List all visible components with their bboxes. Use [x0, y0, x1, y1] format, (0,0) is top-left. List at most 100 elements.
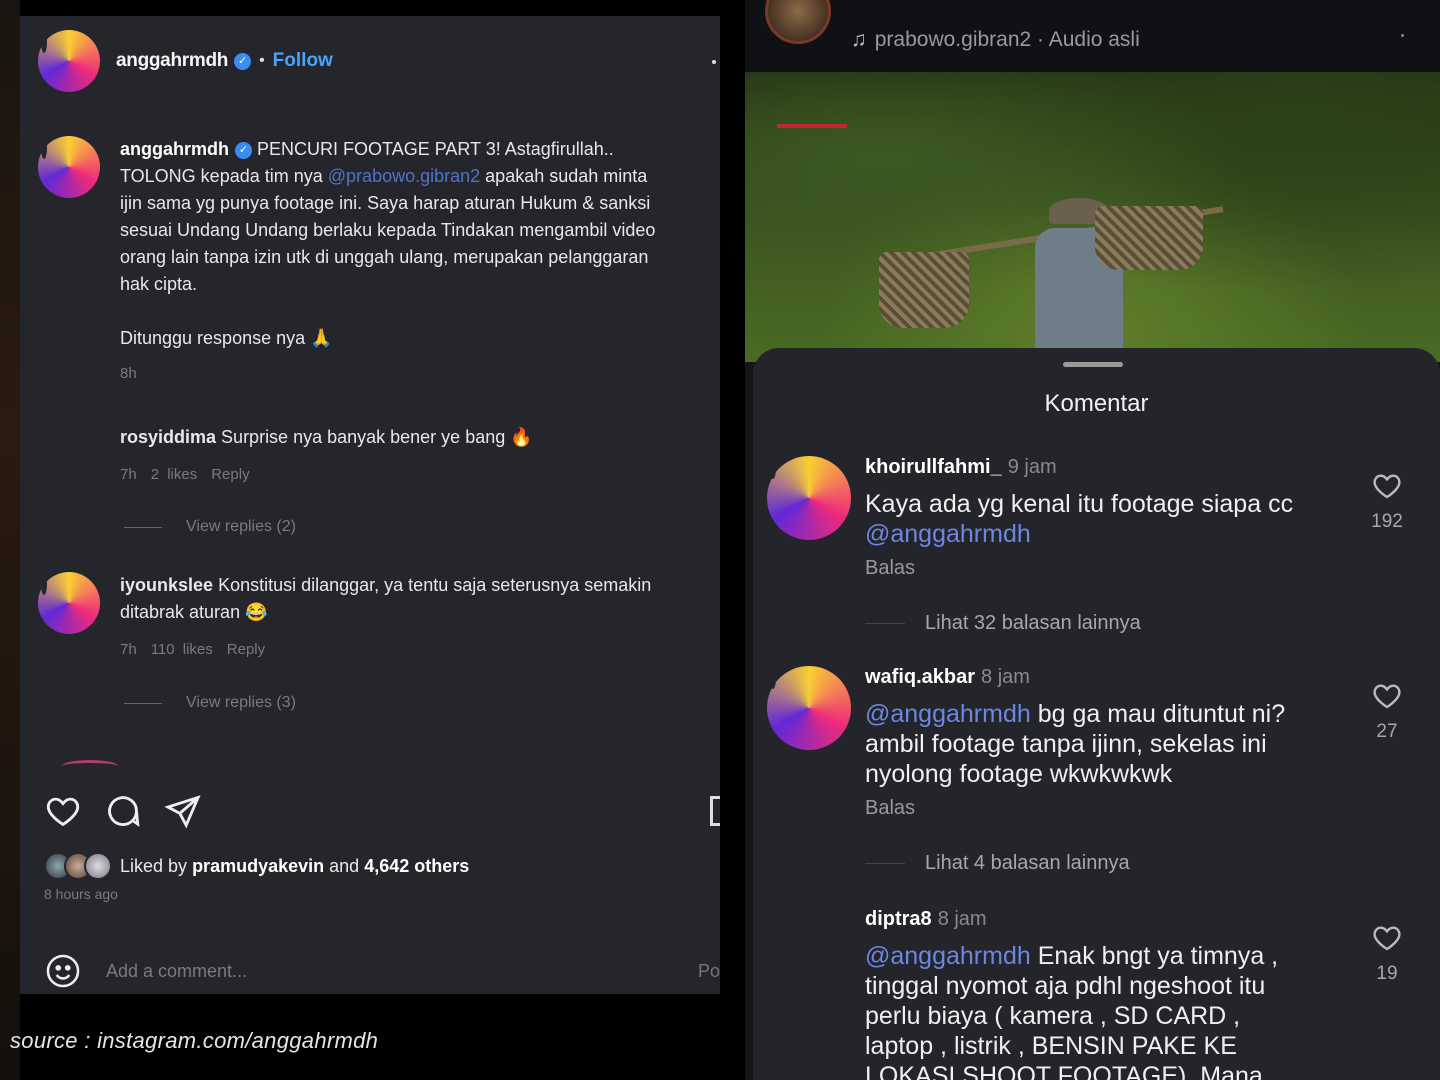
share-send-icon[interactable]: [164, 792, 202, 830]
comments-title: Komentar: [1044, 390, 1149, 417]
add-comment-bar: Add a comment... Po: [44, 952, 720, 990]
reel-author-avatar[interactable]: [765, 0, 831, 44]
next-comment-avatar-peek: [62, 760, 118, 772]
caption-note: Ditunggu response nya 🙏: [120, 328, 333, 348]
view-more-replies[interactable]: Lihat 32 balasan lainnya: [865, 612, 1141, 635]
commenter-avatar[interactable]: [767, 456, 851, 540]
post-comment-button[interactable]: Po: [698, 961, 720, 982]
caption-mention-link[interactable]: @prabowo.gibran2: [328, 166, 480, 186]
liked-by-others[interactable]: 4,642 others: [364, 856, 469, 876]
reel-audio-label[interactable]: ♫ prabowo.gibran2 · Audio asli: [851, 28, 1140, 52]
post-header: anggahrmdh ✓ • Follow: [38, 30, 333, 92]
comment-text-line: nyolong footage wkwkwkwk: [865, 760, 1173, 788]
comment-likes[interactable]: 110 likes: [151, 641, 213, 658]
comment-bubble-icon[interactable]: [104, 792, 142, 830]
view-replies-button[interactable]: View replies (3): [124, 694, 296, 712]
more-options-icon[interactable]: [712, 60, 716, 64]
reply-button[interactable]: Balas: [865, 797, 1335, 820]
source-caption: source : instagram.com/anggahrmdh: [10, 1028, 379, 1053]
video-progress-indicator: [777, 124, 847, 128]
liked-by-row: Liked by pramudyakevin and 4,642 others: [44, 852, 469, 880]
post-caption: anggahrmdh ✓ PENCURI FOOTAGE PART 3! Asta…: [38, 136, 720, 387]
commenter-avatar[interactable]: [38, 572, 100, 634]
view-replies-label: View replies (3): [186, 694, 296, 711]
view-replies-button[interactable]: View replies (2): [124, 518, 296, 536]
music-note-icon: ♫: [851, 28, 867, 51]
liker-avatar: [84, 852, 112, 880]
comment-like[interactable]: 192: [1367, 470, 1407, 533]
comment-text-first: bg ga mau dituntut ni?: [1037, 700, 1286, 728]
like-count: 192: [1371, 511, 1403, 532]
caption-line-2: TOLONG kepada tim nya: [120, 166, 323, 186]
save-bookmark-icon[interactable]: [710, 796, 720, 826]
instagram-post-panel: anggahrmdh ✓ • Follow anggahrmdh ✓ PENCUR…: [20, 16, 720, 994]
commenter-username[interactable]: iyounkslee: [120, 575, 213, 595]
comment-text-line: LOKASI SHOOT FOOTAGE). Mana: [865, 1062, 1263, 1080]
sheet-drag-handle[interactable]: [1063, 362, 1123, 367]
comment-time: 7h: [120, 466, 137, 483]
comment-item: iyounkslee Konstitusi dilanggar, ya tent…: [38, 572, 718, 663]
comment-text-line: ambil footage tanpa ijinn, sekelas ini: [865, 730, 1267, 758]
post-actions: [44, 792, 202, 830]
caption-author-avatar[interactable]: [38, 136, 100, 198]
comment-text-line: tinggal nyomot aja pdhl ngeshoot itu: [865, 972, 1266, 1000]
heart-icon[interactable]: [1371, 470, 1403, 500]
verified-badge-icon: ✓: [235, 141, 253, 159]
commenter-avatar[interactable]: [775, 908, 843, 976]
comment-time: 9 jam: [1007, 456, 1057, 478]
heart-icon[interactable]: [1371, 680, 1403, 710]
comments-sheet: Komentar khoirullfahmi_ 9 jam Kaya ada yg…: [753, 348, 1440, 1080]
liked-by-prefix: Liked by: [120, 855, 188, 876]
reel-header: ♫ prabowo.gibran2 · Audio asli: [745, 0, 1440, 72]
author-username[interactable]: anggahrmdh: [116, 50, 228, 72]
follow-button[interactable]: Follow: [273, 50, 333, 72]
reply-button[interactable]: Balas: [865, 557, 1335, 580]
comment-time: 8 jam: [937, 908, 987, 930]
caption-line-1: PENCURI FOOTAGE PART 3! Astagfirullah..: [257, 139, 614, 159]
comment-mention-link[interactable]: @anggahrmdh: [865, 942, 1031, 970]
caption-timestamp: 8h: [120, 365, 137, 382]
reel-video[interactable]: [745, 72, 1440, 362]
comment-mention-link[interactable]: @anggahrmdh: [865, 700, 1031, 728]
view-more-replies-label: Lihat 32 balasan lainnya: [925, 612, 1141, 634]
comment-time: 7h: [120, 641, 137, 658]
caption-line-4: ijin sama yg punya footage ini. Saya har…: [120, 193, 651, 213]
view-more-replies[interactable]: Lihat 4 balasan lainnya: [865, 852, 1130, 875]
reel-comments-panel: ♫ prabowo.gibran2 · Audio asli Komentar k…: [745, 0, 1440, 1080]
comment-time: 8 jam: [981, 666, 1030, 688]
like-count: 27: [1376, 721, 1398, 742]
commenter-avatar[interactable]: [767, 666, 851, 750]
comment-like[interactable]: 27: [1367, 680, 1407, 743]
author-avatar[interactable]: [38, 30, 100, 92]
commenter-username[interactable]: diptra8: [865, 908, 932, 930]
commenter-username[interactable]: rosyiddima: [120, 427, 216, 447]
caption-line-7: hak cipta.: [120, 274, 198, 294]
reply-button[interactable]: Reply: [227, 641, 265, 658]
commenter-username[interactable]: khoirullfahmi_: [865, 456, 1002, 478]
comment-text-line: Kaya ada yg kenal itu footage siapa cc: [865, 490, 1294, 518]
comment-item: rosyiddima Surprise nya banyak bener ye …: [38, 424, 718, 488]
basket-left: [879, 252, 969, 328]
emoji-icon[interactable]: [44, 952, 82, 990]
like-heart-icon[interactable]: [44, 792, 82, 830]
header-separator: •: [259, 52, 265, 69]
liked-by-and: and: [329, 855, 360, 876]
comment-text-first: Enak bngt ya timnya ,: [1037, 942, 1279, 970]
caption-username[interactable]: anggahrmdh: [120, 139, 229, 159]
verified-badge-icon: ✓: [234, 52, 252, 70]
comment-input[interactable]: Add a comment...: [106, 961, 247, 982]
like-count: 19: [1376, 963, 1398, 984]
view-replies-label: View replies (2): [186, 518, 296, 535]
comment-likes[interactable]: 2 likes: [151, 466, 198, 483]
heart-icon[interactable]: [1371, 922, 1403, 952]
commenter-username[interactable]: wafiq.akbar: [865, 666, 975, 688]
caption-line-3: apakah sudah minta: [485, 166, 648, 186]
liked-by-user[interactable]: pramudyakevin: [192, 856, 324, 876]
commenter-avatar[interactable]: [38, 424, 100, 486]
caption-line-5: sesuai Undang Undang berlaku kepada Tind…: [120, 220, 656, 240]
reply-button[interactable]: Reply: [211, 466, 249, 483]
reel-more-icon[interactable]: [1401, 34, 1404, 37]
comment-like[interactable]: 19: [1367, 922, 1407, 985]
comment-text-line: laptop , listrik , BENSIN PAKE KE: [865, 1032, 1237, 1060]
comment-mention-link[interactable]: @anggahrmdh: [865, 519, 1335, 549]
